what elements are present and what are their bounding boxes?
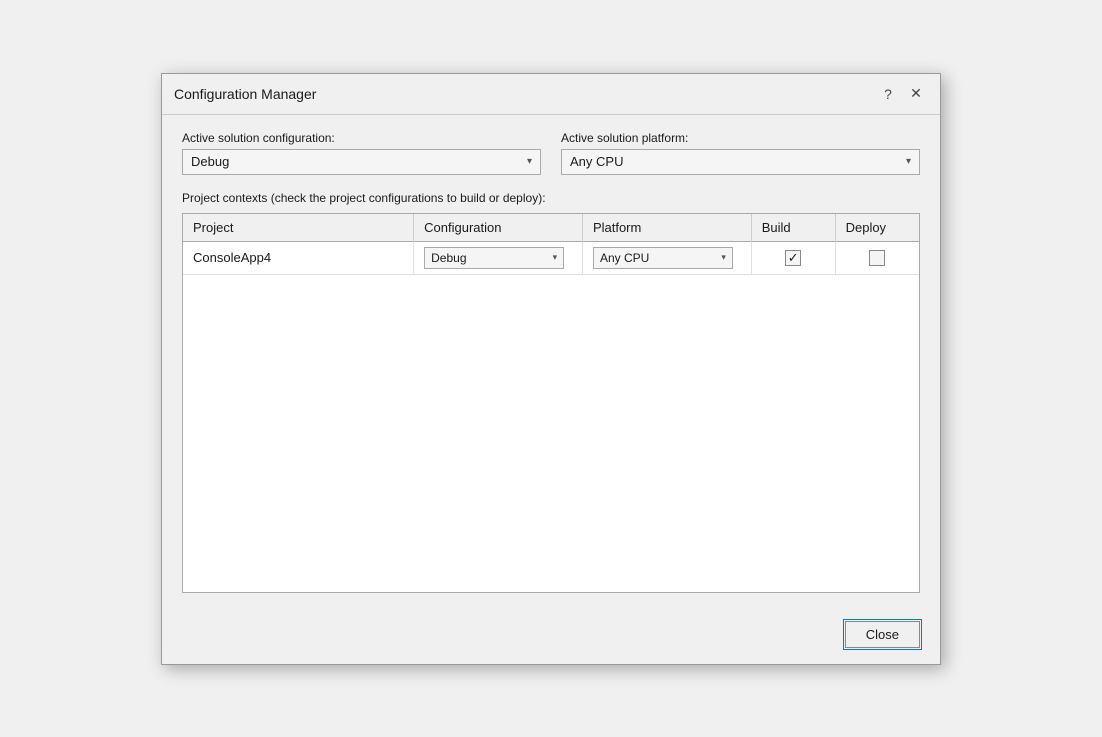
cell-build: ✓ <box>751 241 835 274</box>
checkmark-icon: ✓ <box>788 251 799 264</box>
cell-platform: Any CPU ▾ <box>582 241 751 274</box>
col-header-deploy: Deploy <box>835 214 919 242</box>
configuration-manager-dialog: Configuration Manager ? ✕ Active solutio… <box>161 73 941 665</box>
deploy-checkbox[interactable] <box>869 250 885 266</box>
table-row: ConsoleApp4 Debug ▾ Any CPU ▾ ✓ <box>183 241 919 274</box>
config-field-group: Active solution configuration: Debug ▾ <box>182 131 541 175</box>
close-button[interactable]: Close <box>845 621 920 648</box>
col-header-project: Project <box>183 214 414 242</box>
dialog-footer: Close <box>162 609 940 664</box>
active-platform-dropdown[interactable]: Any CPU ▾ <box>561 149 920 175</box>
row-config-value: Debug <box>431 251 466 265</box>
row-config-dropdown[interactable]: Debug ▾ <box>424 247 564 269</box>
cell-configuration: Debug ▾ <box>414 241 583 274</box>
platform-label: Active solution platform: <box>561 131 920 145</box>
title-bar-controls: ? ✕ <box>876 82 928 106</box>
platform-field-group: Active solution platform: Any CPU ▾ <box>561 131 920 175</box>
active-platform-value: Any CPU <box>570 154 623 169</box>
cell-deploy <box>835 241 919 274</box>
row-platform-value: Any CPU <box>600 251 649 265</box>
help-button[interactable]: ? <box>876 82 900 106</box>
dialog-close-button[interactable]: ✕ <box>904 82 928 106</box>
project-table: Project Configuration Platform Build Dep <box>183 214 919 275</box>
col-header-build: Build <box>751 214 835 242</box>
dialog-title: Configuration Manager <box>174 86 316 102</box>
row-config-arrow: ▾ <box>553 252 558 263</box>
config-dropdown-arrow: ▾ <box>527 156 532 167</box>
col-header-platform: Platform <box>582 214 751 242</box>
top-section: Active solution configuration: Debug ▾ A… <box>182 131 920 175</box>
active-config-dropdown[interactable]: Debug ▾ <box>182 149 541 175</box>
table-header-row: Project Configuration Platform Build Dep <box>183 214 919 242</box>
title-bar: Configuration Manager ? ✕ <box>162 74 940 115</box>
cell-project: ConsoleApp4 <box>183 241 414 274</box>
title-bar-left: Configuration Manager <box>174 86 316 102</box>
platform-dropdown-arrow: ▾ <box>906 156 911 167</box>
build-checkbox[interactable]: ✓ <box>785 250 801 266</box>
row-platform-arrow: ▾ <box>721 252 726 263</box>
project-contexts-label: Project contexts (check the project conf… <box>182 191 920 205</box>
config-label: Active solution configuration: <box>182 131 541 145</box>
active-config-value: Debug <box>191 154 229 169</box>
project-table-container: Project Configuration Platform Build Dep <box>182 213 920 593</box>
dialog-body: Active solution configuration: Debug ▾ A… <box>162 115 940 609</box>
row-platform-dropdown[interactable]: Any CPU ▾ <box>593 247 733 269</box>
col-header-configuration: Configuration <box>414 214 583 242</box>
